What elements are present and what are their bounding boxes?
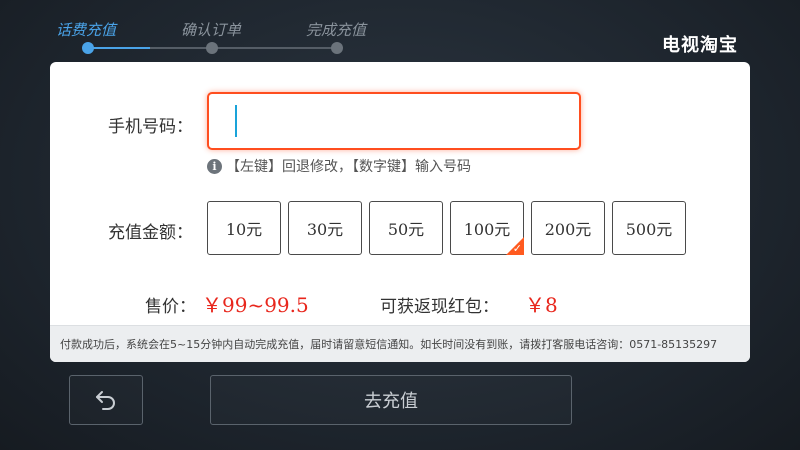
payment-notice: 付款成功后，系统会在5~15分钟内自动完成充值，届时请留意短信通知。如长时间没有… [50,325,750,362]
submit-recharge-button[interactable]: 去充值 [210,375,572,425]
back-arrow-icon [96,391,115,410]
amount-option-10[interactable]: 10元 [207,201,281,255]
progress-steps: 话费充值 确认订单 完成充值 [0,0,420,60]
recharge-card: 手机号码： i 【左键】回退修改，【数字键】输入号码 充值金额： 10元 30元… [50,62,750,362]
price-value: ￥99~99.5 [202,293,309,317]
amount-option-30[interactable]: 30元 [288,201,362,255]
input-hint: i 【左键】回退修改，【数字键】输入号码 [207,156,471,176]
step-line-progress [88,47,150,49]
text-caret [235,105,237,137]
back-button[interactable] [69,375,143,425]
amount-option-100[interactable]: 100元 ✓ [450,201,524,255]
step-dot-complete [331,42,343,54]
selected-check-icon: ✓ [512,242,522,255]
step-dot-confirm [206,42,218,54]
cashback-value: ￥8 [525,293,558,317]
info-icon: i [207,158,222,174]
amount-option-500[interactable]: 500元 [612,201,686,255]
phone-number-input[interactable] [207,92,581,150]
cashback-label: 可获返现红包： [380,297,499,317]
brand-logo: 电视淘宝 [662,35,738,56]
step-label-confirm: 确认订单 [181,21,242,39]
phone-label: 手机号码： [108,117,193,137]
step-label-recharge: 话费充值 [56,21,117,39]
amount-option-50[interactable]: 50元 [369,201,443,255]
hint-text: 【左键】回退修改，【数字键】输入号码 [226,159,471,175]
step-dot-recharge [82,42,94,54]
amount-label: 充值金额： [108,223,193,243]
notice-text: 付款成功后，系统会在5~15分钟内自动完成充值，届时请留意短信通知。如长时间没有… [60,338,718,351]
step-label-complete: 完成充值 [306,21,367,39]
step-line-remaining [150,47,337,49]
price-label: 售价： [145,297,196,317]
amount-option-200[interactable]: 200元 [531,201,605,255]
